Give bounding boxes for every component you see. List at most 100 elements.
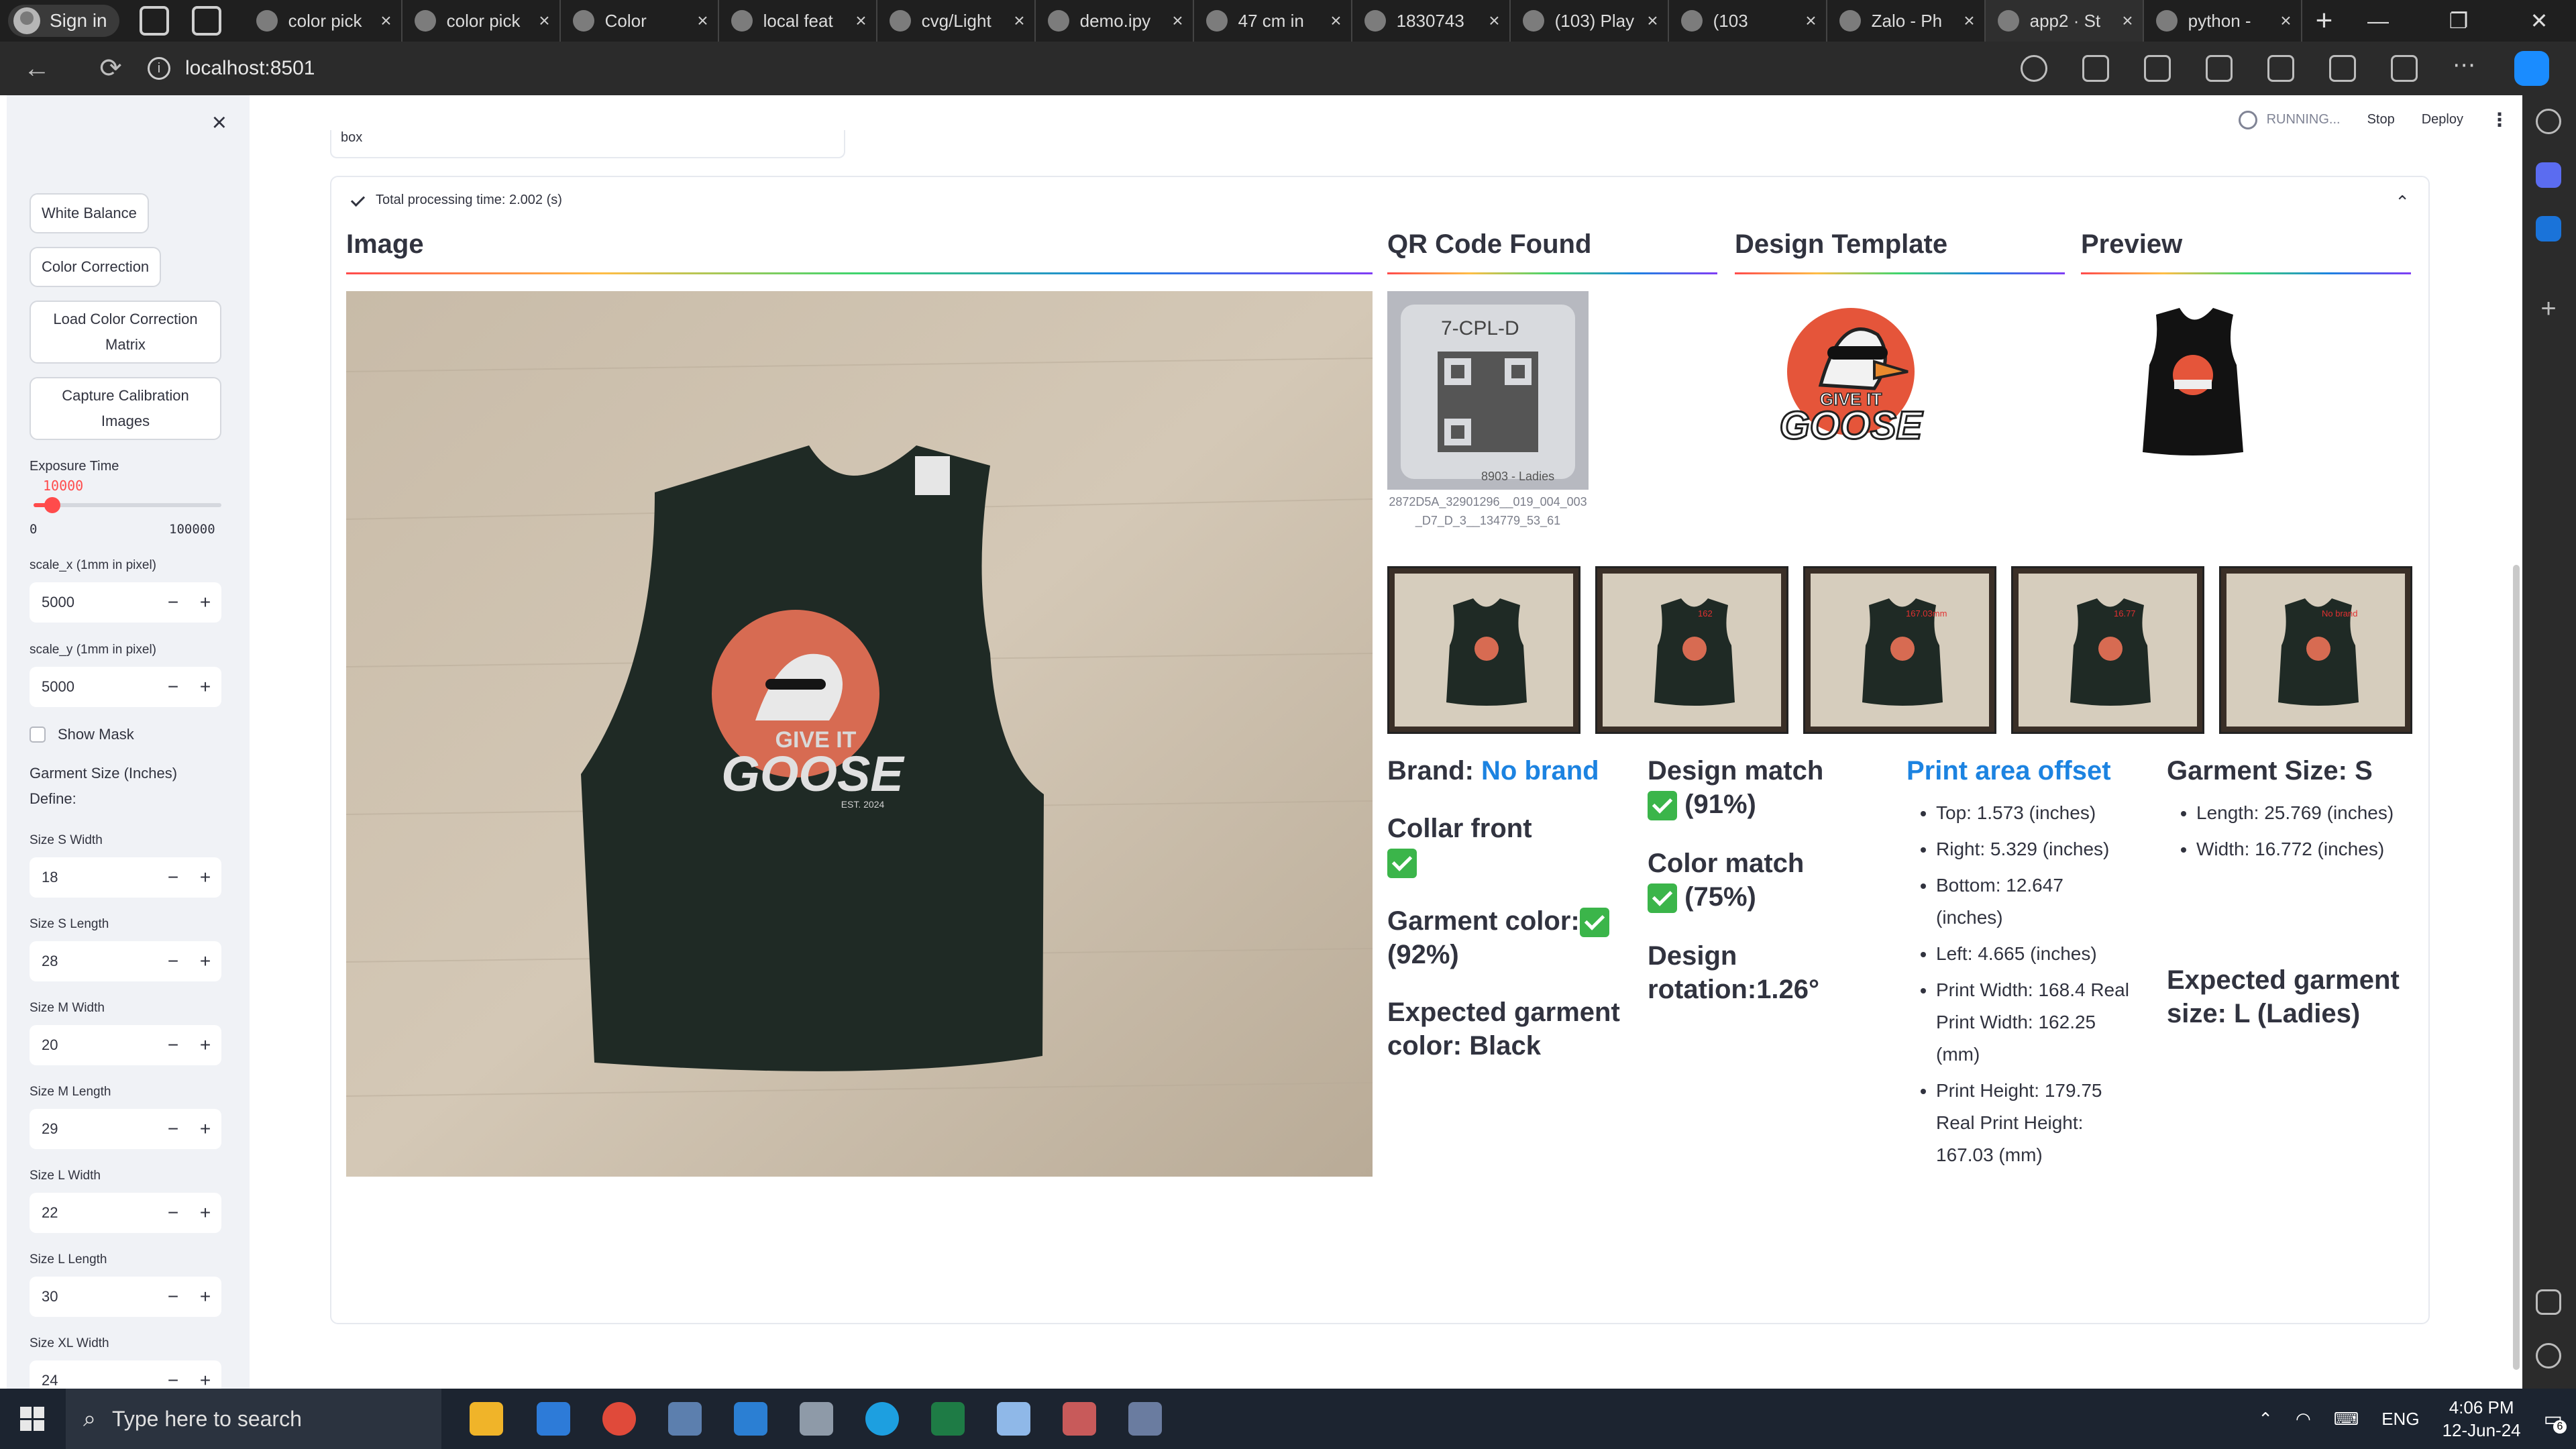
scale-y-decrement-button[interactable]: −: [157, 676, 189, 698]
paint-icon[interactable]: [1063, 1402, 1096, 1436]
screenshot-icon[interactable]: [2536, 1289, 2561, 1315]
size-value[interactable]: 30: [30, 1288, 157, 1305]
size-input[interactable]: 24− +: [30, 1360, 221, 1389]
tab-close-icon[interactable]: ×: [855, 10, 866, 32]
size-decrement-button[interactable]: −: [157, 1034, 189, 1056]
read-aloud-icon[interactable]: [2082, 55, 2109, 82]
favorites-icon[interactable]: [2267, 55, 2294, 82]
chrome-icon[interactable]: [602, 1402, 636, 1436]
browser-tab[interactable]: local feat ×: [719, 0, 877, 42]
browser-tab[interactable]: color pick ×: [402, 0, 561, 42]
size-decrement-button[interactable]: −: [157, 867, 189, 888]
profile-button[interactable]: Sign in: [8, 5, 119, 37]
white-balance-button[interactable]: White Balance: [30, 193, 149, 233]
tab-close-icon[interactable]: ×: [380, 10, 391, 32]
size-increment-button[interactable]: +: [189, 1286, 221, 1307]
reload-button[interactable]: ⟳: [87, 53, 134, 84]
search-icon[interactable]: [2536, 109, 2561, 134]
tab-close-icon[interactable]: ×: [697, 10, 708, 32]
size-input[interactable]: 28− +: [30, 941, 221, 981]
browser-tab[interactable]: (103 ×: [1669, 0, 1827, 42]
clock[interactable]: 4:06 PM 12-Jun-24: [2443, 1396, 2521, 1442]
load-color-correction-matrix-button[interactable]: Load Color Correction Matrix: [30, 301, 221, 364]
add-icon[interactable]: +: [2536, 295, 2561, 322]
browser-tab[interactable]: 47 cm in ×: [1194, 0, 1352, 42]
app-icon[interactable]: [668, 1402, 702, 1436]
taskbar-search[interactable]: ⌕ Type here to search: [66, 1389, 441, 1449]
start-button[interactable]: [20, 1407, 44, 1431]
new-tab-button[interactable]: +: [2316, 4, 2333, 38]
size-input[interactable]: 29− +: [30, 1109, 221, 1149]
size-increment-button[interactable]: +: [189, 951, 221, 972]
size-input[interactable]: 22− +: [30, 1193, 221, 1233]
browser-essentials-icon[interactable]: [2391, 55, 2418, 82]
size-value[interactable]: 29: [30, 1120, 157, 1138]
scale-y-increment-button[interactable]: +: [189, 676, 221, 698]
edge-icon[interactable]: [865, 1402, 899, 1436]
settings-gear-icon[interactable]: [2536, 1343, 2561, 1368]
collections-icon[interactable]: [2329, 55, 2356, 82]
outlook-icon[interactable]: [2536, 216, 2561, 241]
size-increment-button[interactable]: +: [189, 1202, 221, 1224]
vscode-icon[interactable]: [734, 1402, 767, 1436]
size-decrement-button[interactable]: −: [157, 1370, 189, 1389]
page-scrollbar[interactable]: [2513, 565, 2520, 1370]
copilot-icon[interactable]: [2514, 51, 2549, 86]
size-value[interactable]: 22: [30, 1204, 157, 1222]
workspaces-icon[interactable]: [139, 6, 169, 36]
notes-icon[interactable]: [997, 1402, 1030, 1436]
calculator-icon[interactable]: [1128, 1402, 1162, 1436]
scale-x-increment-button[interactable]: +: [189, 592, 221, 613]
size-increment-button[interactable]: +: [189, 1034, 221, 1056]
size-value[interactable]: 24: [30, 1372, 157, 1389]
tab-close-icon[interactable]: ×: [1330, 10, 1341, 32]
split-screen-icon[interactable]: [2206, 55, 2233, 82]
browser-tab[interactable]: 1830743 ×: [1352, 0, 1511, 42]
scale-x-value[interactable]: 5000: [30, 594, 157, 611]
browser-tab[interactable]: python - ×: [2144, 0, 2302, 42]
size-decrement-button[interactable]: −: [157, 1118, 189, 1140]
app2-icon[interactable]: [800, 1402, 833, 1436]
tab-close-icon[interactable]: ×: [539, 10, 549, 32]
size-input[interactable]: 30− +: [30, 1277, 221, 1317]
size-value[interactable]: 18: [30, 869, 157, 886]
size-decrement-button[interactable]: −: [157, 1286, 189, 1307]
browser-tab[interactable]: color pick ×: [244, 0, 402, 42]
browser-tab[interactable]: demo.ipy ×: [1036, 0, 1194, 42]
more-menu-icon[interactable]: ⋯: [2453, 54, 2479, 82]
tab-close-icon[interactable]: ×: [1489, 10, 1499, 32]
exposure-slider[interactable]: [34, 497, 221, 513]
language-indicator[interactable]: ENG: [2381, 1409, 2419, 1430]
favorite-star-icon[interactable]: [2144, 55, 2171, 82]
minimize-button[interactable]: —: [2341, 0, 2415, 42]
browser-tab[interactable]: cvg/Light ×: [877, 0, 1036, 42]
capture-calibration-images-button[interactable]: Capture Calibration Images: [30, 377, 221, 440]
size-input[interactable]: 20− +: [30, 1025, 221, 1065]
exposure-slider-thumb[interactable]: [44, 497, 60, 513]
main-menu-button[interactable]: ⋮: [2490, 109, 2509, 131]
browser-tab[interactable]: Color ×: [561, 0, 719, 42]
copilot-sidebar-icon[interactable]: [2536, 162, 2561, 188]
keyboard-icon[interactable]: ⌨: [2334, 1409, 2359, 1430]
close-sidebar-button[interactable]: ×: [212, 109, 227, 138]
scale-y-input[interactable]: 5000 − +: [30, 667, 221, 707]
scale-x-input[interactable]: 5000 − +: [30, 582, 221, 623]
size-value[interactable]: 20: [30, 1036, 157, 1054]
scale-x-decrement-button[interactable]: −: [157, 592, 189, 613]
tab-close-icon[interactable]: ×: [1647, 10, 1658, 32]
scale-y-value[interactable]: 5000: [30, 678, 157, 696]
tab-actions-icon[interactable]: [191, 6, 221, 36]
close-window-button[interactable]: ✕: [2502, 0, 2576, 42]
size-increment-button[interactable]: +: [189, 1370, 221, 1389]
tab-close-icon[interactable]: ×: [1805, 10, 1816, 32]
store-icon[interactable]: [537, 1402, 570, 1436]
show-mask-checkbox[interactable]: Show Mask: [30, 726, 134, 743]
browser-tab[interactable]: Zalo - Ph ×: [1827, 0, 1986, 42]
tab-close-icon[interactable]: ×: [2122, 10, 2133, 32]
tab-close-icon[interactable]: ×: [2280, 10, 2291, 32]
browser-tab[interactable]: app2 · St ×: [1985, 0, 2144, 42]
tab-close-icon[interactable]: ×: [1172, 10, 1183, 32]
file-explorer-icon[interactable]: [470, 1402, 503, 1436]
collapse-caret-icon[interactable]: ⌃: [2395, 192, 2410, 213]
show-mask-checkbox-box[interactable]: [30, 727, 46, 743]
